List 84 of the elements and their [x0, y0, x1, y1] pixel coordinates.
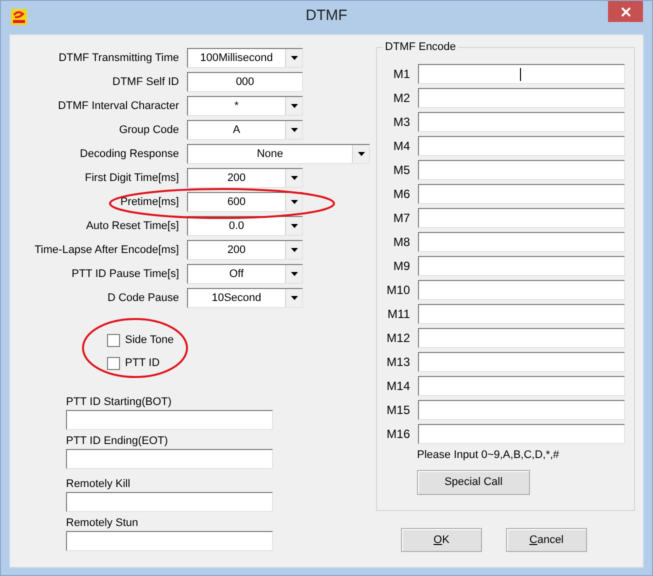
field-label: Remotely Kill [66, 478, 132, 491]
field-label: M10 [386, 282, 410, 299]
dropdown[interactable]: 200 [187, 168, 303, 188]
dropdown[interactable]: A [187, 120, 303, 140]
input-field[interactable] [418, 184, 625, 204]
field-label: M7 [392, 210, 410, 227]
dropdown[interactable]: 600 [187, 192, 303, 212]
input-field[interactable] [418, 88, 625, 108]
dropdown[interactable]: 10Second [187, 288, 303, 308]
dropdown-arrow-icon [290, 296, 298, 300]
hint-text: Please Input 0~9,A,B,C,D,*,# [417, 449, 560, 462]
input-field[interactable] [418, 376, 625, 396]
field-label: Time-Lapse After Encode[ms] [34, 242, 179, 258]
field-label: M14 [386, 378, 410, 395]
input-field[interactable] [66, 410, 273, 430]
field-label: M11 [386, 306, 410, 323]
field-label: M16 [386, 426, 410, 443]
dropdown-arrow-icon [290, 128, 298, 132]
checkbox[interactable] [107, 356, 120, 370]
input-field[interactable] [418, 424, 625, 444]
input-field[interactable] [418, 304, 625, 324]
field-label: M15 [386, 402, 410, 419]
dropdown-arrow-icon [290, 272, 298, 276]
close-icon [620, 6, 630, 16]
dropdown-arrow-icon [290, 176, 298, 180]
field-label: Decoding Response [78, 146, 179, 162]
dropdown[interactable]: 200 [187, 240, 303, 260]
dropdown-arrow-icon [290, 56, 298, 60]
input-field[interactable] [418, 64, 625, 84]
dropdown-arrow-icon [290, 200, 298, 204]
ok-button[interactable]: OK [401, 528, 482, 552]
field-label: M6 [392, 186, 410, 203]
input-field[interactable] [418, 208, 625, 228]
field-label: PTT ID Pause Time[s] [70, 266, 179, 282]
field-label: DTMF Self ID [111, 74, 179, 90]
dropdown[interactable]: 0.0 [187, 216, 303, 236]
window-title: DTMF [306, 7, 348, 24]
field-label: Auto Reset Time[s] [85, 218, 179, 234]
field-label: First Digit Time[ms] [84, 170, 179, 186]
input-field[interactable] [66, 492, 273, 512]
field-label: Group Code [118, 122, 179, 138]
dropdown-arrow-icon [290, 248, 298, 252]
dropdown-arrow-icon [290, 224, 298, 228]
special-call-button[interactable]: Special Call [417, 470, 530, 495]
field-label: M12 [386, 330, 410, 347]
dropdown-arrow-icon [358, 152, 364, 156]
input-field[interactable] [418, 352, 625, 372]
app-icon [11, 9, 27, 25]
checkbox-label: PTT ID [125, 356, 160, 371]
input-field[interactable] [418, 256, 625, 276]
input-field[interactable] [418, 232, 625, 252]
field-label: D Code Pause [106, 290, 179, 306]
checkbox[interactable] [107, 334, 120, 346]
input-field[interactable] [418, 280, 625, 300]
close-button[interactable] [608, 1, 643, 22]
field-label: M3 [392, 114, 410, 131]
dropdown-arrow-icon [290, 104, 298, 108]
field-label: DTMF Transmitting Time [58, 50, 179, 66]
field-label: M8 [392, 234, 410, 251]
field-label: M9 [392, 258, 410, 275]
field-label: M2 [392, 90, 410, 107]
dropdown[interactable]: * [187, 96, 303, 116]
input-field[interactable]: 000 [187, 72, 303, 92]
dropdown[interactable]: Off [187, 264, 303, 284]
dropdown[interactable]: None [187, 144, 370, 164]
input-field[interactable] [418, 112, 625, 132]
input-field[interactable] [66, 449, 273, 469]
field-label: M5 [392, 162, 410, 179]
input-field[interactable] [418, 400, 625, 420]
field-label: M4 [392, 138, 410, 155]
field-label: M1 [392, 66, 410, 83]
input-field[interactable] [418, 328, 625, 348]
field-label: DTMF Interval Character [56, 98, 179, 114]
field-label: PTT ID Ending(EOT) [66, 435, 169, 448]
input-field[interactable] [418, 160, 625, 180]
field-label: Pretime[ms] [119, 194, 179, 210]
input-field[interactable] [418, 136, 625, 156]
dropdown[interactable]: 100Millisecond [187, 48, 303, 68]
cancel-button[interactable]: Cancel [506, 528, 587, 552]
field-label: Remotely Stun [66, 517, 140, 530]
field-label: PTT ID Starting(BOT) [66, 396, 173, 409]
checkbox-label: Side Tone [125, 332, 174, 348]
input-field[interactable] [66, 531, 273, 551]
field-label: M13 [386, 354, 410, 371]
